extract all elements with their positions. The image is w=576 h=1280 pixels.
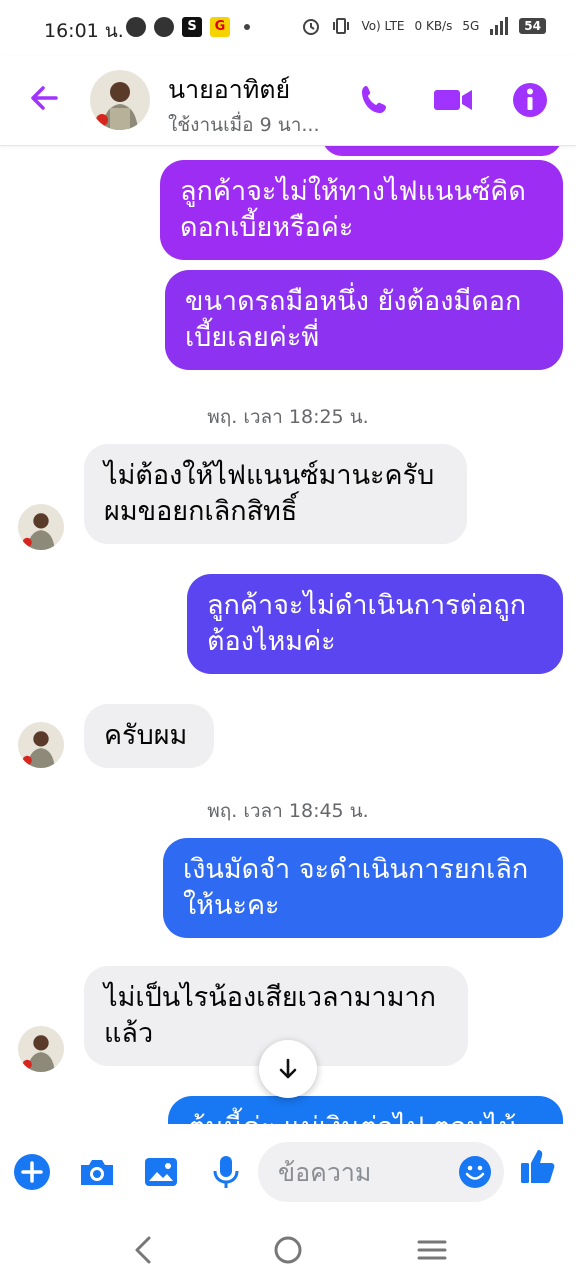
contact-avatar[interactable] (90, 70, 150, 130)
message-bubble-outgoing[interactable]: ลูกค้าจะไม่ดำเนินการต่อถูกต้องไหมค่ะ (187, 574, 563, 674)
microphone-icon[interactable] (206, 1152, 246, 1192)
message-bubble-outgoing[interactable]: ต้นนี้ค่ะ แม่เงินต่อไป ตอนไม้ (168, 1096, 563, 1124)
nav-home-icon[interactable] (270, 1232, 306, 1268)
notification-icons: S G (126, 17, 250, 37)
s-app-icon: S (182, 17, 202, 37)
signal-icon (490, 17, 509, 35)
like-icon[interactable] (518, 1146, 558, 1188)
facebook-icon (126, 17, 146, 37)
g-app-icon: G (210, 17, 230, 37)
battery-icon: 54 (519, 18, 546, 34)
system-nav-bar (0, 1220, 576, 1280)
nav-recents-icon[interactable] (414, 1232, 450, 1268)
message-input[interactable] (278, 1156, 448, 1188)
speed-label: 0 KB/s (414, 19, 453, 33)
message-composer (0, 1124, 576, 1220)
back-arrow-icon[interactable] (26, 80, 62, 116)
more-notifications-icon (244, 24, 250, 30)
info-icon[interactable] (510, 80, 550, 120)
status-bar: 16:01 น. S G Vo) LTE 0 KB/s 5G 54 (0, 0, 576, 56)
message-bubble-outgoing[interactable] (322, 146, 562, 156)
plus-icon[interactable] (12, 1152, 52, 1192)
camera-icon[interactable] (77, 1152, 117, 1192)
network-label: 5G (462, 19, 480, 33)
message-bubble-outgoing[interactable]: ลูกค้าจะไม่ให้ทางไฟแนนซ์คิดดอกเบี้ยหรือค… (160, 160, 563, 260)
timestamp: พฤ. เวลา 18:25 น. (207, 406, 369, 428)
system-icons: Vo) LTE 0 KB/s 5G 54 (301, 16, 546, 36)
arrow-down-icon (279, 1058, 297, 1079)
sender-avatar[interactable] (18, 722, 64, 768)
alarm-icon (303, 19, 320, 35)
message-list[interactable]: ลูกค้าจะไม่ให้ทางไฟแนนซ์คิดดอกเบี้ยหรือค… (0, 146, 576, 1124)
line-icon (154, 17, 174, 37)
sender-avatar[interactable] (18, 504, 64, 550)
phone-call-icon[interactable] (356, 80, 396, 120)
volte-label: Vo) LTE (361, 19, 405, 33)
message-bubble-outgoing[interactable]: เงินมัดจำ จะดำเนินการยกเลิกให้นะคะ (163, 838, 563, 938)
emoji-icon[interactable] (458, 1155, 492, 1189)
message-bubble-incoming[interactable]: ครับผม (84, 704, 214, 768)
gallery-icon[interactable] (141, 1152, 181, 1192)
status-time: 16:01 น. (44, 20, 124, 42)
message-bubble-incoming[interactable]: ไม่ต้องให้ไฟแนนซ์มานะครับผมขอยกเลิกสิทธิ… (84, 444, 467, 544)
nav-back-icon[interactable] (126, 1232, 162, 1268)
message-bubble-outgoing[interactable]: ขนาดรถมือหนึ่ง ยังต้องมีดอกเบี้ยเลยค่ะพี… (165, 270, 563, 370)
conversation-header: นายอาทิตย์ ใช้งานเมื่อ 9 นา... (0, 56, 576, 146)
activity-status: ใช้งานเมื่อ 9 นา... (168, 114, 320, 136)
sender-avatar[interactable] (18, 1026, 64, 1072)
timestamp: พฤ. เวลา 18:45 น. (207, 800, 369, 822)
video-call-icon[interactable] (432, 80, 476, 120)
message-field[interactable] (258, 1142, 504, 1202)
scroll-to-bottom-button[interactable] (259, 1040, 317, 1098)
vibrate-icon (333, 18, 350, 34)
contact-name[interactable]: นายอาทิตย์ (168, 70, 290, 110)
